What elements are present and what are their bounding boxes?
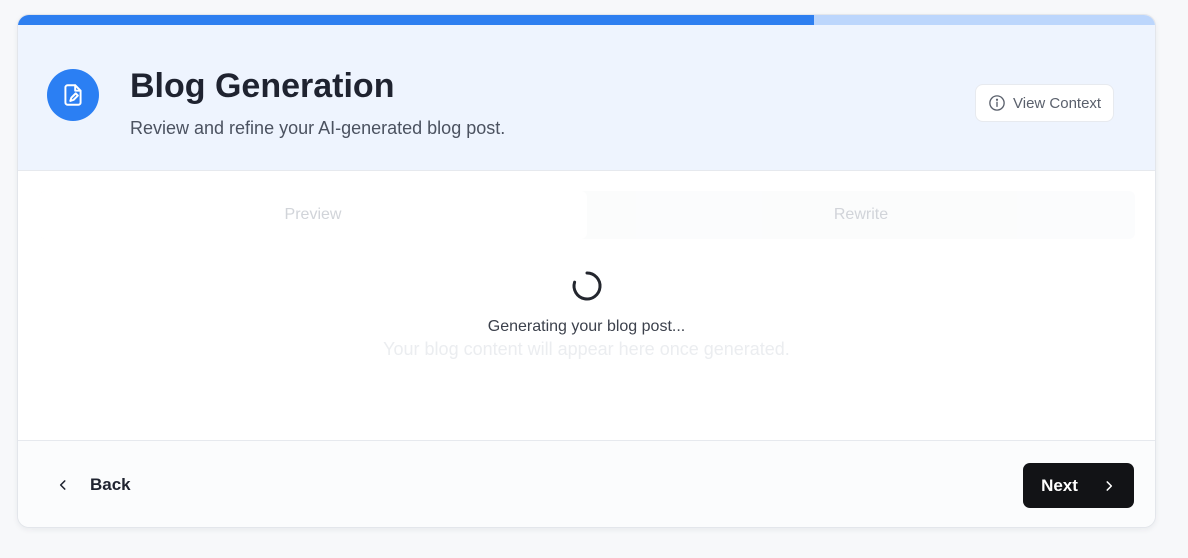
content-placeholder: Your blog content will appear here once … xyxy=(383,339,790,359)
chevron-left-icon xyxy=(56,478,70,492)
page-subtitle: Review and refine your AI-generated blog… xyxy=(130,118,506,138)
view-context-label: View Context xyxy=(1013,94,1102,112)
next-button[interactable]: Next xyxy=(1023,463,1134,508)
spinner-icon xyxy=(571,270,603,302)
blog-generation-card: Blog Generation Review and refine your A… xyxy=(17,14,1156,528)
page-title: Blog Generation xyxy=(130,67,395,105)
chevron-right-icon xyxy=(1102,479,1116,493)
card-header: Blog Generation Review and refine your A… xyxy=(18,25,1155,171)
card-footer: Back Next xyxy=(18,440,1155,527)
progress-bar xyxy=(18,15,1155,25)
loading-state: Generating your blog post... Your blog c… xyxy=(18,270,1155,360)
document-edit-icon xyxy=(47,69,99,121)
view-context-button[interactable]: View Context xyxy=(975,84,1115,122)
progress-bar-fill xyxy=(18,15,814,25)
tab-rewrite[interactable]: Rewrite xyxy=(587,191,1135,239)
next-label: Next xyxy=(1041,475,1078,495)
back-button[interactable]: Back xyxy=(46,465,141,505)
loading-message: Generating your blog post... xyxy=(487,318,686,335)
view-tabs: Preview Rewrite xyxy=(39,191,1135,239)
tab-preview[interactable]: Preview xyxy=(39,191,587,239)
info-icon xyxy=(988,94,1006,112)
back-label: Back xyxy=(90,475,131,494)
